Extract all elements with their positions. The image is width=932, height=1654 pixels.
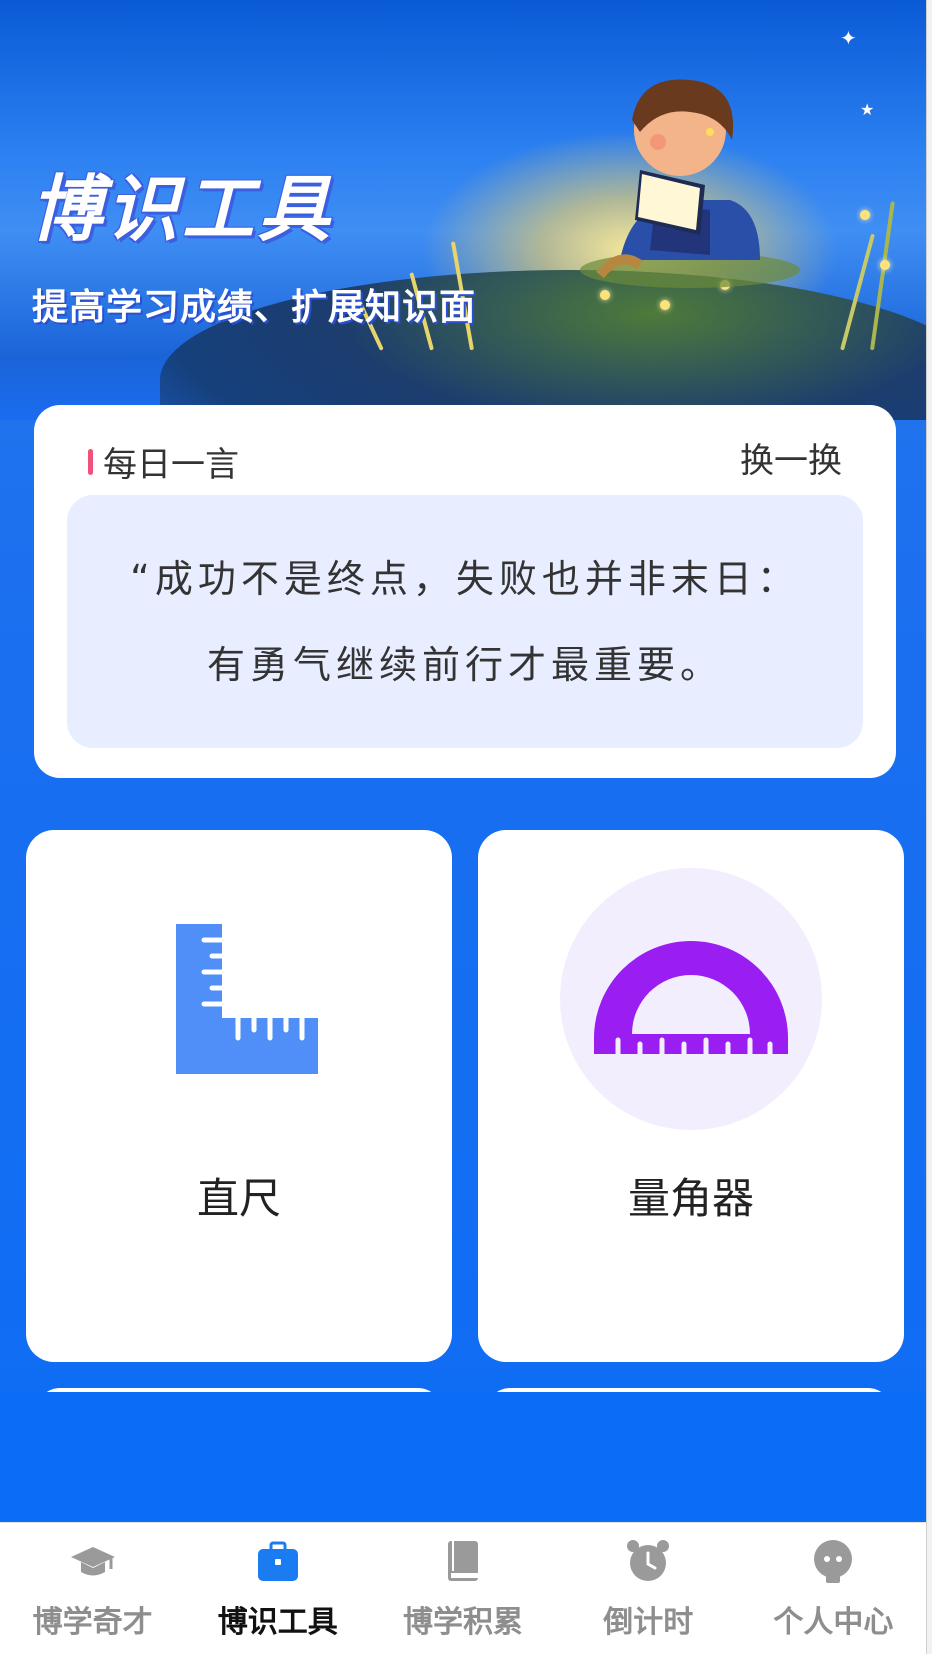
tool-card-protractor[interactable]: 量角器 bbox=[478, 830, 904, 1362]
banner: ✦ ★ 博识工具 提高学习成绩、扩展知识面 bbox=[0, 0, 926, 420]
ruler-icon bbox=[108, 868, 370, 1130]
user-icon bbox=[814, 1540, 853, 1583]
tab-label: 个人中心 bbox=[773, 1605, 894, 1640]
quote-accent-bar bbox=[88, 448, 93, 475]
reading-child-illustration bbox=[580, 79, 800, 288]
window-edge bbox=[926, 0, 932, 1654]
book-icon bbox=[448, 1541, 478, 1581]
star-icon: ★ bbox=[860, 100, 875, 119]
page-subtitle: 提高学习成绩、扩展知识面 bbox=[32, 287, 477, 328]
protractor-icon bbox=[560, 868, 822, 1130]
flower bbox=[860, 210, 870, 220]
flower bbox=[880, 260, 890, 270]
quote-header: 每日一言 bbox=[88, 437, 239, 486]
quote-text-line: 有勇气继续前行才最重要。 bbox=[206, 642, 723, 687]
flower bbox=[600, 290, 610, 300]
tab-boxue-qicai[interactable]: 博学奇才 bbox=[0, 1523, 185, 1654]
graduation-cap-icon bbox=[70, 1547, 115, 1576]
tab-label: 博学奇才 bbox=[32, 1605, 153, 1640]
page-title: 博识工具 bbox=[30, 167, 335, 251]
alarm-clock-icon bbox=[627, 1540, 670, 1581]
tab-label: 博学积累 bbox=[403, 1605, 523, 1640]
scroll-area-bottom bbox=[0, 1392, 926, 1522]
daily-quote-card: 每日一言 换一换 “成功不是终点，失败也并非末日： 有勇气继续前行才最重要。 bbox=[34, 405, 896, 778]
tool-card-ruler[interactable]: 直尺 bbox=[26, 830, 452, 1362]
quote-title: 每日一言 bbox=[103, 445, 239, 485]
star-icon: ✦ bbox=[840, 26, 857, 50]
app-screen: ✦ ★ 博识工具 提高学习成绩、扩展知识面 每日一言 换一换 “成功不是终点，失… bbox=[0, 0, 932, 1654]
tab-label: 博识工具 bbox=[217, 1605, 338, 1640]
quote-text-line: “成功不是终点，失败也并非末日： bbox=[130, 556, 800, 601]
refresh-quote-button[interactable]: 换一换 bbox=[740, 433, 842, 482]
tab-boxue-jilei[interactable]: 博学积累 bbox=[370, 1523, 555, 1654]
flower bbox=[660, 300, 670, 310]
tool-label: 直尺 bbox=[196, 1174, 281, 1223]
tab-personal-center[interactable]: 个人中心 bbox=[741, 1523, 926, 1654]
tool-label: 量角器 bbox=[627, 1174, 754, 1223]
quote-text-box: “成功不是终点，失败也并非末日： 有勇气继续前行才最重要。 bbox=[67, 495, 863, 748]
tab-countdown[interactable]: 倒计时 bbox=[556, 1523, 741, 1654]
tab-boshi-gongju[interactable]: 博识工具 bbox=[185, 1523, 370, 1654]
toolbox-icon bbox=[257, 1541, 298, 1581]
bottom-tab-bar: 博学奇才 博识工具 博学积累 倒计时 个人中心 bbox=[0, 1522, 926, 1654]
tab-label: 倒计时 bbox=[603, 1605, 694, 1640]
